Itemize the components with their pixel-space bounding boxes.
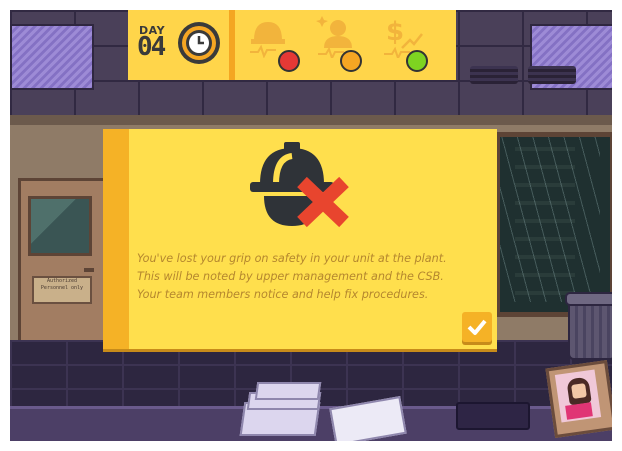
door-sign: Authorized Personnel only	[32, 276, 92, 304]
checkmark-icon	[467, 319, 487, 335]
dialog-line: This will be noted by upper management a…	[137, 270, 444, 283]
hud-divider	[229, 10, 235, 80]
mood-upset-icon	[278, 50, 300, 72]
stapler	[456, 402, 530, 430]
mood-happy-icon	[406, 50, 428, 72]
window-rain	[500, 137, 600, 302]
paper-stack	[254, 382, 322, 400]
day-number: 04	[137, 32, 166, 62]
ceiling-vent	[470, 66, 518, 84]
trash-can	[568, 298, 612, 360]
door-handle	[84, 268, 94, 272]
door-window	[28, 196, 92, 256]
confirm-button[interactable]	[462, 312, 492, 342]
ceiling-light	[10, 24, 94, 90]
svg-text:$: $	[386, 17, 404, 47]
trash-can-lid	[565, 292, 612, 306]
ceiling-vent	[528, 66, 576, 84]
dialog-line: Your team members notice and help fix pr…	[137, 288, 429, 301]
day-clock-icon	[178, 22, 220, 64]
mood-neutral-icon	[340, 50, 362, 72]
hard-hat-failed-icon	[250, 142, 349, 228]
dialog-message: You've lost your grip on safety in your …	[137, 250, 477, 304]
photo-face	[571, 383, 587, 399]
wall-trim	[10, 115, 612, 125]
dialog-line: You've lost your grip on safety in your …	[137, 252, 447, 265]
game-scene: Authorized Personnel only DAY 04 $ You'v…	[10, 10, 612, 441]
